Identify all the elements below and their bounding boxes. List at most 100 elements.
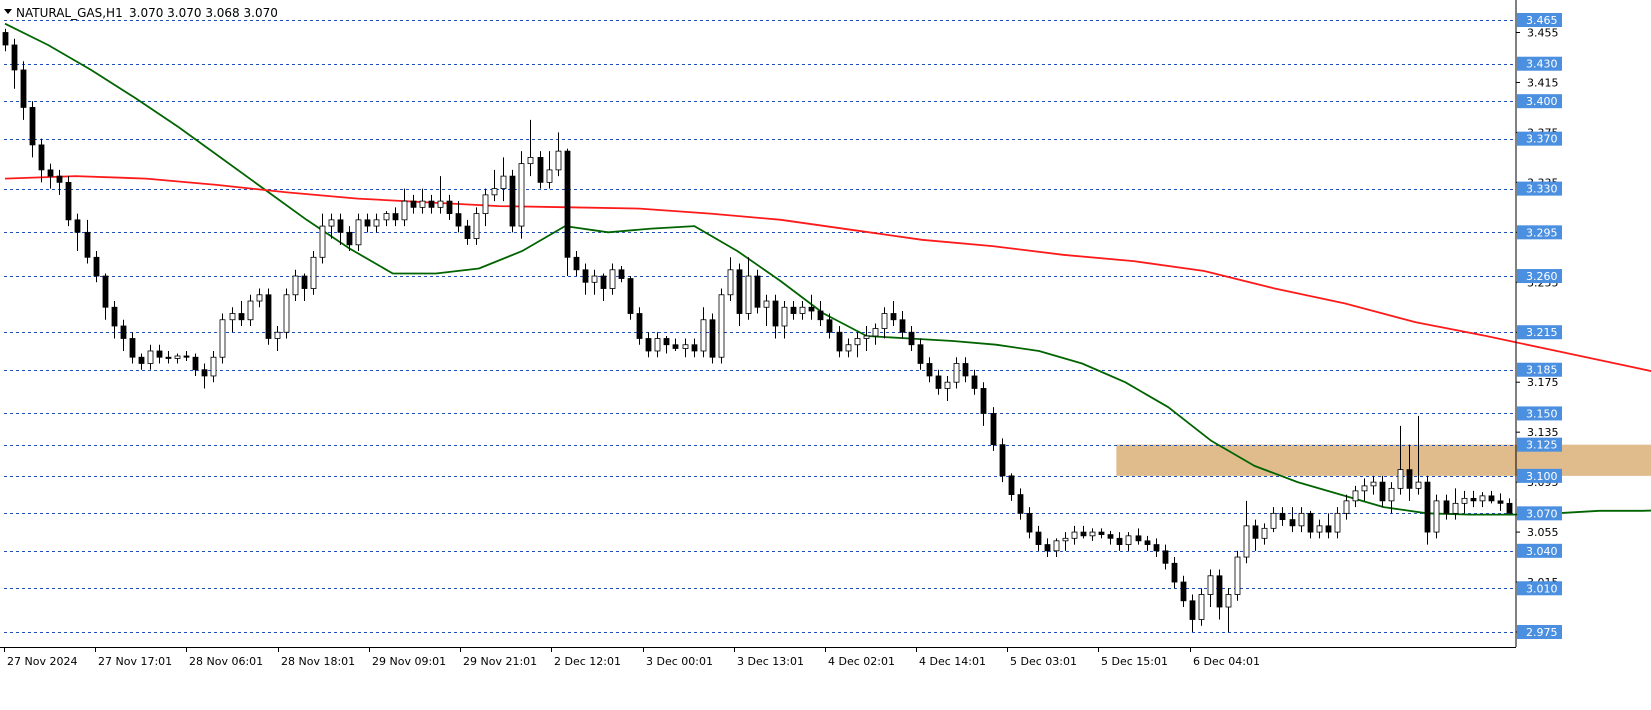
candle-body	[899, 319, 906, 333]
candle-body	[971, 375, 978, 389]
candle-body	[428, 200, 435, 208]
candle-body	[38, 144, 45, 171]
chart-background	[0, 0, 1651, 706]
x-tick-label: 6 Dec 04:01	[1193, 655, 1260, 668]
candle-body	[247, 300, 254, 321]
candle-body	[609, 269, 616, 289]
candle-body	[265, 294, 272, 339]
candle-body	[102, 275, 109, 308]
candle-body	[482, 194, 489, 214]
candle-body	[1470, 497, 1477, 502]
y-tick-label: 3.415	[1527, 76, 1559, 89]
candle-body	[138, 356, 145, 364]
candle-body	[654, 338, 661, 352]
candle-body	[1379, 481, 1386, 502]
candle-body	[763, 300, 770, 308]
candle-body	[527, 156, 534, 165]
candle-body	[1180, 581, 1187, 602]
candle-body	[736, 269, 743, 314]
candle-body	[1089, 531, 1096, 537]
candle-body	[999, 444, 1006, 477]
x-tick-label: 5 Dec 03:01	[1010, 655, 1077, 668]
candle-body	[564, 150, 571, 258]
x-tick-label: 4 Dec 02:01	[828, 655, 895, 668]
candle-body	[718, 294, 725, 358]
candle-body	[691, 344, 698, 352]
candle-body	[373, 219, 380, 227]
resistance-zone	[1116, 444, 1651, 476]
candle-body	[147, 350, 154, 364]
candle-body	[464, 225, 471, 239]
candle-body	[1397, 469, 1404, 489]
candle-body	[1234, 556, 1241, 595]
candle-body	[781, 306, 788, 327]
candle-body	[1270, 512, 1277, 529]
candle-body	[1452, 502, 1459, 514]
candlestick-chart: 3.4553.4153.3753.3353.2953.2553.2153.175…	[0, 0, 1651, 706]
candle-body	[682, 344, 689, 349]
candle-body	[636, 313, 643, 339]
candle-body	[1153, 544, 1160, 552]
candle-body	[65, 181, 72, 221]
y-tick-label: 3.175	[1527, 376, 1559, 389]
candle-body	[1044, 544, 1051, 552]
level-price-label: 3.370	[1526, 133, 1558, 146]
candle-body	[1316, 525, 1323, 533]
x-tick-label: 28 Nov 18:01	[281, 655, 355, 668]
candle-body	[808, 306, 815, 312]
candle-body	[1116, 537, 1123, 545]
candle-body	[210, 356, 217, 377]
candle-body	[383, 213, 390, 221]
candle-body	[1497, 500, 1504, 504]
candle-body	[754, 275, 761, 308]
candle-body	[863, 335, 870, 339]
candle-body	[183, 355, 190, 358]
candle-body	[1144, 540, 1151, 545]
candle-body	[908, 331, 915, 346]
candle-body	[328, 219, 335, 227]
level-price-label: 2.975	[1526, 626, 1558, 639]
candle-body	[292, 275, 299, 296]
candle-body	[120, 325, 127, 339]
candle-body	[953, 363, 960, 383]
candle-body	[672, 344, 679, 349]
candle-body	[1352, 490, 1359, 502]
candle-body	[546, 169, 553, 183]
candle-body	[1162, 550, 1169, 564]
candle-body	[944, 381, 951, 389]
candle-body	[11, 44, 18, 71]
x-tick-label: 27 Nov 17:01	[98, 655, 172, 668]
candle-body	[1361, 485, 1368, 492]
candle-body	[727, 269, 734, 296]
candle-body	[1479, 495, 1486, 502]
candle-body	[1017, 494, 1024, 514]
candle-body	[1198, 594, 1205, 620]
candle-body	[627, 278, 634, 314]
candle-body	[1098, 531, 1105, 535]
candle-body	[618, 269, 625, 279]
candle-body	[1062, 537, 1069, 542]
candle-body	[1343, 500, 1350, 514]
candle-body	[1125, 535, 1132, 545]
candle-body	[1261, 527, 1268, 539]
candle-body	[1008, 475, 1015, 496]
candle-body	[518, 163, 525, 227]
candle-body	[573, 256, 580, 271]
candle-body	[872, 328, 879, 337]
candle-body	[174, 355, 181, 359]
x-tick-label: 5 Dec 15:01	[1101, 655, 1168, 668]
candle-body	[990, 413, 997, 446]
x-tick-label: 29 Nov 21:01	[463, 655, 537, 668]
candle-body	[817, 310, 824, 321]
candle-body	[1135, 535, 1142, 542]
candle-body	[645, 338, 652, 352]
candle-body	[219, 319, 226, 358]
candle-body	[1026, 512, 1033, 533]
level-price-label: 3.070	[1526, 507, 1558, 520]
candle-body	[1189, 600, 1196, 620]
candle-body	[93, 256, 100, 277]
candle-body	[129, 338, 136, 358]
y-tick-label: 3.055	[1527, 526, 1559, 539]
level-price-label: 3.465	[1526, 14, 1558, 27]
candle-body	[229, 313, 236, 321]
